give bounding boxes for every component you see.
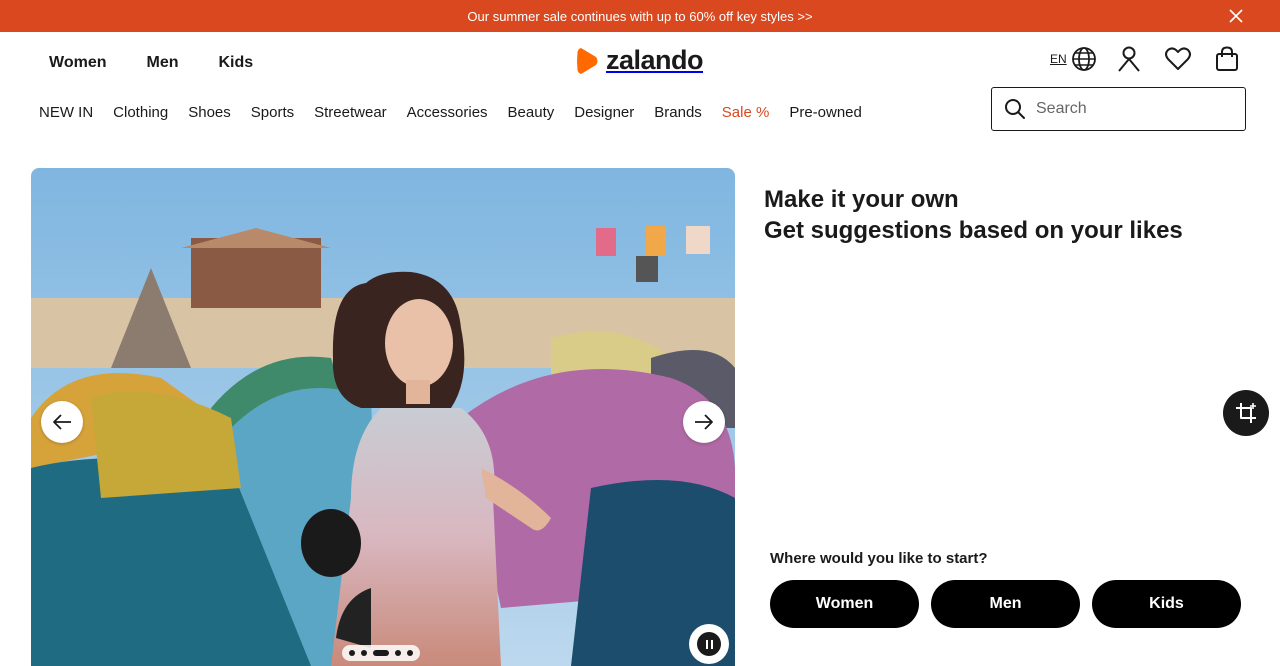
- carousel-prev-button[interactable]: [41, 401, 83, 443]
- category-nav: NEW IN Clothing Shoes Sports Streetwear …: [39, 104, 862, 121]
- gender-tab-women[interactable]: Women: [49, 54, 106, 72]
- headline-line-1: Make it your own: [764, 186, 959, 213]
- arrow-right-icon: [695, 414, 713, 430]
- category-beauty[interactable]: Beauty: [508, 104, 555, 121]
- promo-link[interactable]: Our summer sale continues with up to 60%…: [467, 9, 812, 24]
- carousel-next-button[interactable]: [683, 401, 725, 443]
- start-women-button[interactable]: Women: [770, 580, 919, 628]
- gender-nav: Women Men Kids: [49, 54, 253, 72]
- carousel-dot-active[interactable]: [373, 650, 389, 656]
- category-sale[interactable]: Sale %: [722, 104, 770, 121]
- carousel-pause-button[interactable]: [689, 624, 729, 664]
- bag-icon: [1215, 46, 1238, 71]
- category-sports[interactable]: Sports: [251, 104, 294, 121]
- search-box[interactable]: [991, 87, 1246, 131]
- cart-button[interactable]: [1215, 46, 1239, 72]
- zalando-logo[interactable]: zalando: [576, 45, 704, 76]
- category-clothing[interactable]: Clothing: [113, 104, 168, 121]
- category-brands[interactable]: Brands: [654, 104, 702, 121]
- start-kids-button[interactable]: Kids: [1092, 580, 1241, 628]
- user-icon: [1117, 46, 1140, 72]
- language-code: EN: [1050, 52, 1067, 66]
- arrow-left-icon: [53, 414, 71, 430]
- wishlist-button[interactable]: [1164, 47, 1191, 71]
- category-shoes[interactable]: Shoes: [188, 104, 231, 121]
- category-designer[interactable]: Designer: [574, 104, 634, 121]
- search-input[interactable]: [1036, 100, 1226, 118]
- category-streetwear[interactable]: Streetwear: [314, 104, 387, 121]
- carousel-dot[interactable]: [361, 650, 367, 656]
- search-icon: [1005, 99, 1025, 119]
- carousel-dot[interactable]: [349, 650, 355, 656]
- hero-headline: Make it your own Get suggestions based o…: [764, 184, 1183, 246]
- logo-mark-icon: [577, 47, 598, 74]
- carousel-dot[interactable]: [407, 650, 413, 656]
- crop-icon: [1236, 403, 1256, 423]
- category-new-in[interactable]: NEW IN: [39, 104, 93, 121]
- carousel-dot[interactable]: [395, 650, 401, 656]
- gender-tab-kids[interactable]: Kids: [218, 54, 253, 72]
- globe-icon: [1071, 47, 1096, 71]
- start-men-button[interactable]: Men: [931, 580, 1080, 628]
- carousel-indicators: [342, 645, 420, 661]
- pause-icon: [697, 632, 721, 656]
- header-icons: EN: [1050, 46, 1239, 72]
- language-selector[interactable]: EN: [1050, 46, 1097, 72]
- gender-tab-men[interactable]: Men: [146, 54, 178, 72]
- heart-icon: [1164, 47, 1191, 70]
- start-buttons: Women Men Kids: [770, 580, 1241, 628]
- hero-carousel: [31, 168, 735, 666]
- category-accessories[interactable]: Accessories: [407, 104, 488, 121]
- logo-text: zalando: [606, 45, 704, 75]
- headline-line-2: Get suggestions based on your likes: [764, 217, 1183, 244]
- promo-bar: Our summer sale continues with up to 60%…: [0, 0, 1280, 32]
- account-button[interactable]: [1117, 46, 1141, 72]
- start-question: Where would you like to start?: [770, 550, 988, 567]
- hero-image: [31, 168, 735, 666]
- category-pre-owned[interactable]: Pre-owned: [789, 104, 862, 121]
- close-icon[interactable]: [1228, 8, 1244, 24]
- floating-crop-button[interactable]: [1223, 390, 1269, 436]
